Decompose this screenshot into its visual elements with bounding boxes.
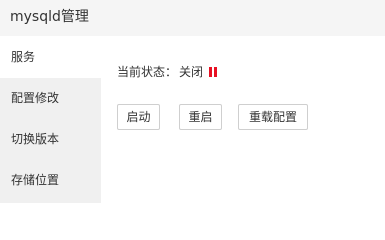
restart-button[interactable]: 重启	[179, 104, 222, 130]
sidebar-item-switch-version[interactable]: 切换版本	[0, 118, 101, 160]
status-label: 当前状态：	[117, 65, 178, 79]
sidebar-item-service[interactable]: 服务	[0, 36, 101, 78]
service-panel: 当前状态： 关闭 启动 重启 重载配置	[101, 36, 385, 203]
status-value: 关闭	[179, 65, 204, 79]
pause-icon	[209, 67, 218, 77]
status-row: 当前状态： 关闭	[117, 64, 218, 80]
app-window: mysqld管理 服务 配置修改 切换版本 存储位置 当前状态： 关闭 启动 重…	[0, 0, 385, 203]
sidebar: 服务 配置修改 切换版本 存储位置	[0, 36, 101, 203]
sidebar-item-config-edit[interactable]: 配置修改	[0, 77, 101, 119]
reload-config-button[interactable]: 重载配置	[238, 104, 308, 130]
sidebar-item-storage-location[interactable]: 存储位置	[0, 159, 101, 201]
title-bar: mysqld管理	[0, 0, 385, 36]
window-title: mysqld管理	[10, 9, 89, 25]
start-button[interactable]: 启动	[117, 104, 160, 130]
